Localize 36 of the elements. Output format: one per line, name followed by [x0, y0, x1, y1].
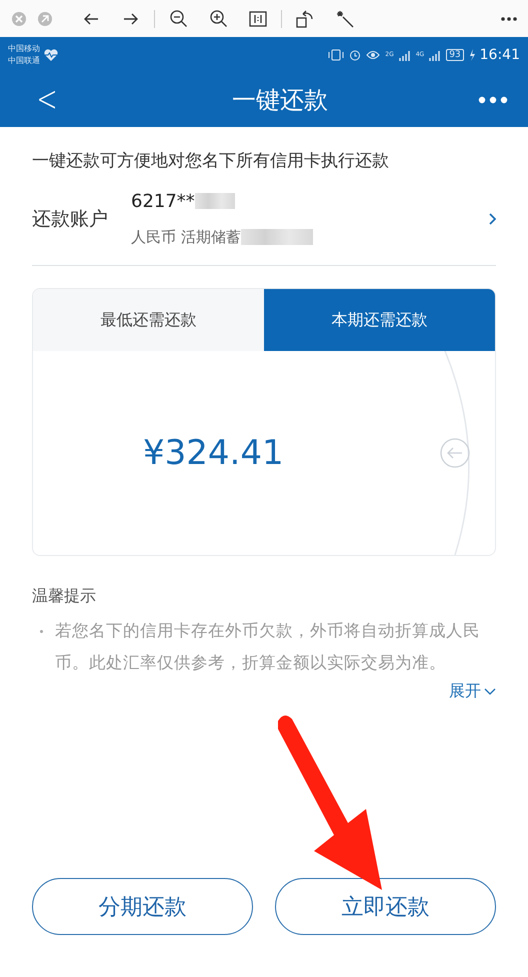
pay-button[interactable]: 立即还款	[275, 878, 496, 935]
account-label: 还款账户	[32, 206, 109, 232]
tab[interactable]: 本期还需还款	[264, 289, 495, 351]
zoom-in-icon[interactable]	[209, 8, 229, 28]
expand-link[interactable]: 展开	[449, 681, 496, 702]
charging-icon	[468, 48, 475, 60]
account-number: 6217**	[131, 190, 195, 212]
back-button[interactable]: <	[36, 82, 58, 118]
more-icon[interactable]	[478, 96, 508, 104]
more-icon[interactable]	[500, 16, 518, 22]
zoom-out-icon[interactable]	[169, 8, 189, 28]
tip-text: 若您名下的信用卡存在外币欠款，外币将自动折算成人民币。此处汇率仅供参考，折算金额以实际交易为准。	[55, 620, 481, 674]
carrier-name: 中国联通	[8, 54, 40, 66]
carrier-name: 中国移动	[8, 42, 40, 54]
battery-level: 93	[446, 48, 464, 60]
tips-title: 温馨提示	[32, 586, 97, 607]
intro-text: 一键还款可方便地对您名下所有信用卡执行还款	[32, 150, 390, 172]
clock-time: 16:41	[480, 46, 520, 62]
signal-icon	[429, 48, 442, 60]
heart-rate-icon	[44, 48, 58, 60]
eye-icon	[366, 50, 380, 60]
page-title: 一键还款	[231, 84, 330, 116]
account-type: 人民币 活期储蓄	[131, 228, 241, 246]
alarm-icon	[349, 48, 362, 60]
tab[interactable]: 最低还需还款	[33, 289, 264, 351]
blurred-patch	[194, 193, 235, 209]
signal-icon	[398, 48, 411, 60]
magic-wand-icon[interactable]	[336, 10, 354, 28]
bullet-icon	[40, 630, 43, 633]
chevron-right-icon[interactable]	[488, 212, 496, 224]
pay-button[interactable]: 分期还款	[32, 878, 253, 935]
amount-value: ¥324.41	[143, 433, 284, 473]
chevron-down-icon[interactable]	[484, 688, 496, 696]
rotate-icon[interactable]	[296, 8, 314, 28]
vibrate-icon	[328, 48, 344, 60]
actual-size-icon[interactable]	[249, 10, 267, 26]
